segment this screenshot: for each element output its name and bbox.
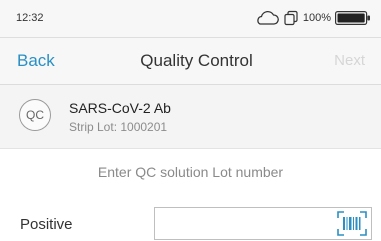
barcode-scan-button[interactable]	[337, 211, 367, 236]
qc-badge-icon: QC	[19, 99, 51, 131]
barcode-scan-icon	[337, 211, 367, 236]
cloud-icon	[257, 11, 279, 25]
status-bar: 12:32 100%	[0, 0, 381, 38]
page-title: Quality Control	[140, 51, 253, 70]
navigation-bar: Back Quality Control Next	[0, 38, 381, 85]
test-info-row: QC SARS-CoV-2 Ab Strip Lot: 1000201	[0, 85, 381, 149]
status-indicators: 100%	[254, 9, 371, 27]
test-name: SARS-CoV-2 Ab	[69, 100, 171, 116]
copy-icon	[284, 10, 298, 26]
quality-control-screen: 12:32 100% Back Quality Control Next QC …	[0, 0, 381, 241]
strip-lot: Strip Lot: 1000201	[69, 120, 168, 134]
battery-icon	[335, 11, 370, 25]
positive-label: Positive	[20, 216, 73, 233]
next-button[interactable]: Next	[334, 52, 365, 69]
instruction-text: Enter QC solution Lot number	[97, 164, 284, 180]
status-time: 12:32	[16, 12, 44, 24]
battery-percent: 100%	[302, 12, 331, 24]
